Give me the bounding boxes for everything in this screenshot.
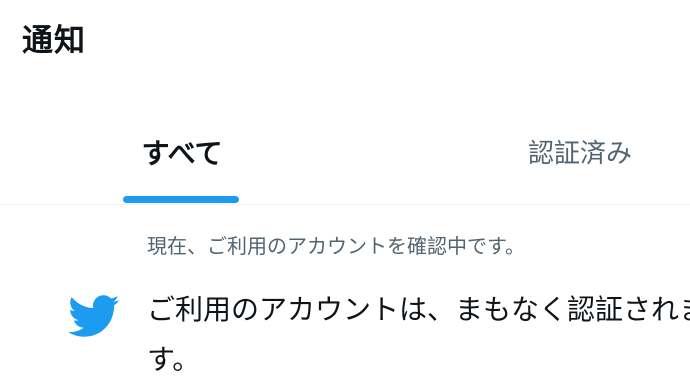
tab-all-label: すべて [141, 137, 223, 170]
notification-body: ご利用のアカウントは、まもなく認証されます。 [147, 293, 690, 376]
tab-all[interactable]: すべて [110, 112, 254, 204]
tab-verified[interactable]: 認証済み [500, 112, 660, 204]
tab-verified-label: 認証済み [527, 139, 632, 169]
notification-meta: 現在、ご利用のアカウントを確認中です。 [147, 234, 525, 258]
active-tab-indicator [123, 196, 239, 203]
twitter-bird-icon [62, 289, 124, 343]
notification-item[interactable]: 現在、ご利用のアカウントを確認中です。 ご利用のアカウントは、まもなく認証されま… [0, 205, 690, 388]
page-title: 通知 [22, 23, 86, 59]
page-header: 通知 [0, 0, 690, 88]
notification-tabs: すべて 認証済み [0, 112, 690, 205]
